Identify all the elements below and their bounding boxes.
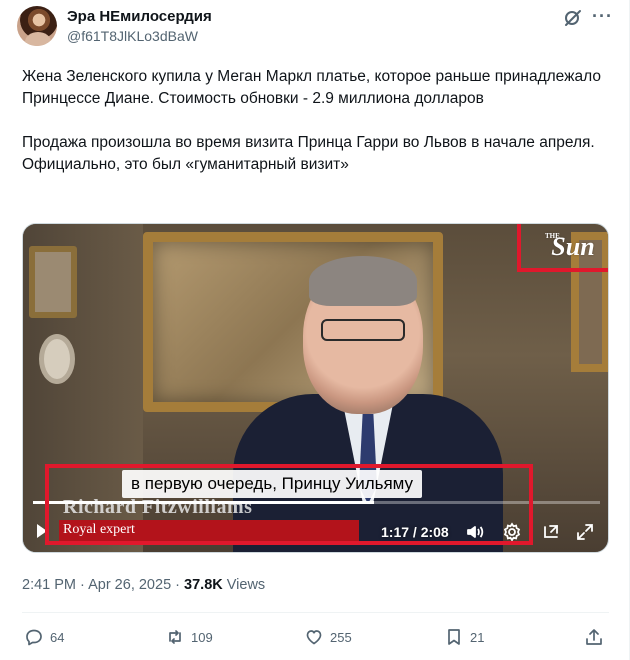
avatar[interactable] — [17, 6, 57, 46]
heart-icon — [306, 630, 322, 645]
tweet-paragraph: Продажа произошла во время визита Принца… — [22, 134, 595, 173]
video-background — [29, 246, 77, 318]
reply-count: 64 — [50, 629, 65, 645]
repost-count: 109 — [191, 629, 213, 645]
reply-icon — [26, 629, 42, 646]
picture-in-picture-icon[interactable] — [541, 522, 561, 542]
bookmark-icon — [448, 629, 460, 645]
meta-separator: · — [76, 577, 89, 593]
video-person — [309, 256, 417, 306]
video-person — [321, 319, 405, 341]
repost-icon — [169, 630, 181, 644]
tweet: Эра НЕмилосердия @f61T8JlKLo3dBaW ··· Же… — [0, 0, 630, 660]
views-count: 37.8K — [184, 577, 223, 593]
tweet-date[interactable]: Apr 26, 2025 — [88, 577, 171, 593]
video-background — [39, 334, 75, 384]
views-label: Views — [226, 577, 266, 593]
grok-icon[interactable] — [563, 8, 583, 28]
fullscreen-icon[interactable] — [575, 522, 595, 542]
highlight-box-logo — [517, 224, 608, 272]
bookmark-count: 21 — [470, 629, 485, 645]
like-count: 255 — [330, 629, 352, 645]
share-button[interactable] — [584, 626, 604, 648]
tweet-text: Жена Зеленского купила у Меган Маркл пла… — [22, 66, 610, 176]
more-options-icon[interactable]: ··· — [592, 6, 613, 27]
handle[interactable]: @f61T8JlKLo3dBaW — [67, 28, 198, 44]
highlight-box-subtitle — [45, 464, 533, 545]
tweet-paragraph: Жена Зеленского купила у Меган Маркл пла… — [22, 68, 601, 107]
share-icon — [586, 629, 602, 645]
meta-separator: · — [171, 577, 185, 593]
video-player[interactable]: THE Sun Richard Fitzwilliams Royal exper… — [22, 223, 609, 553]
bookmark-button[interactable]: 21 — [444, 626, 484, 648]
divider — [22, 612, 609, 613]
display-name[interactable]: Эра НЕмилосердия — [67, 8, 212, 25]
reply-button[interactable]: 64 — [24, 626, 64, 648]
repost-button[interactable]: 109 — [165, 626, 213, 648]
like-button[interactable]: 255 — [304, 626, 352, 648]
tweet-meta: 2:41 PM · Apr 26, 2025 · 37.8K Views — [22, 577, 265, 593]
tweet-time[interactable]: 2:41 PM — [22, 577, 76, 593]
